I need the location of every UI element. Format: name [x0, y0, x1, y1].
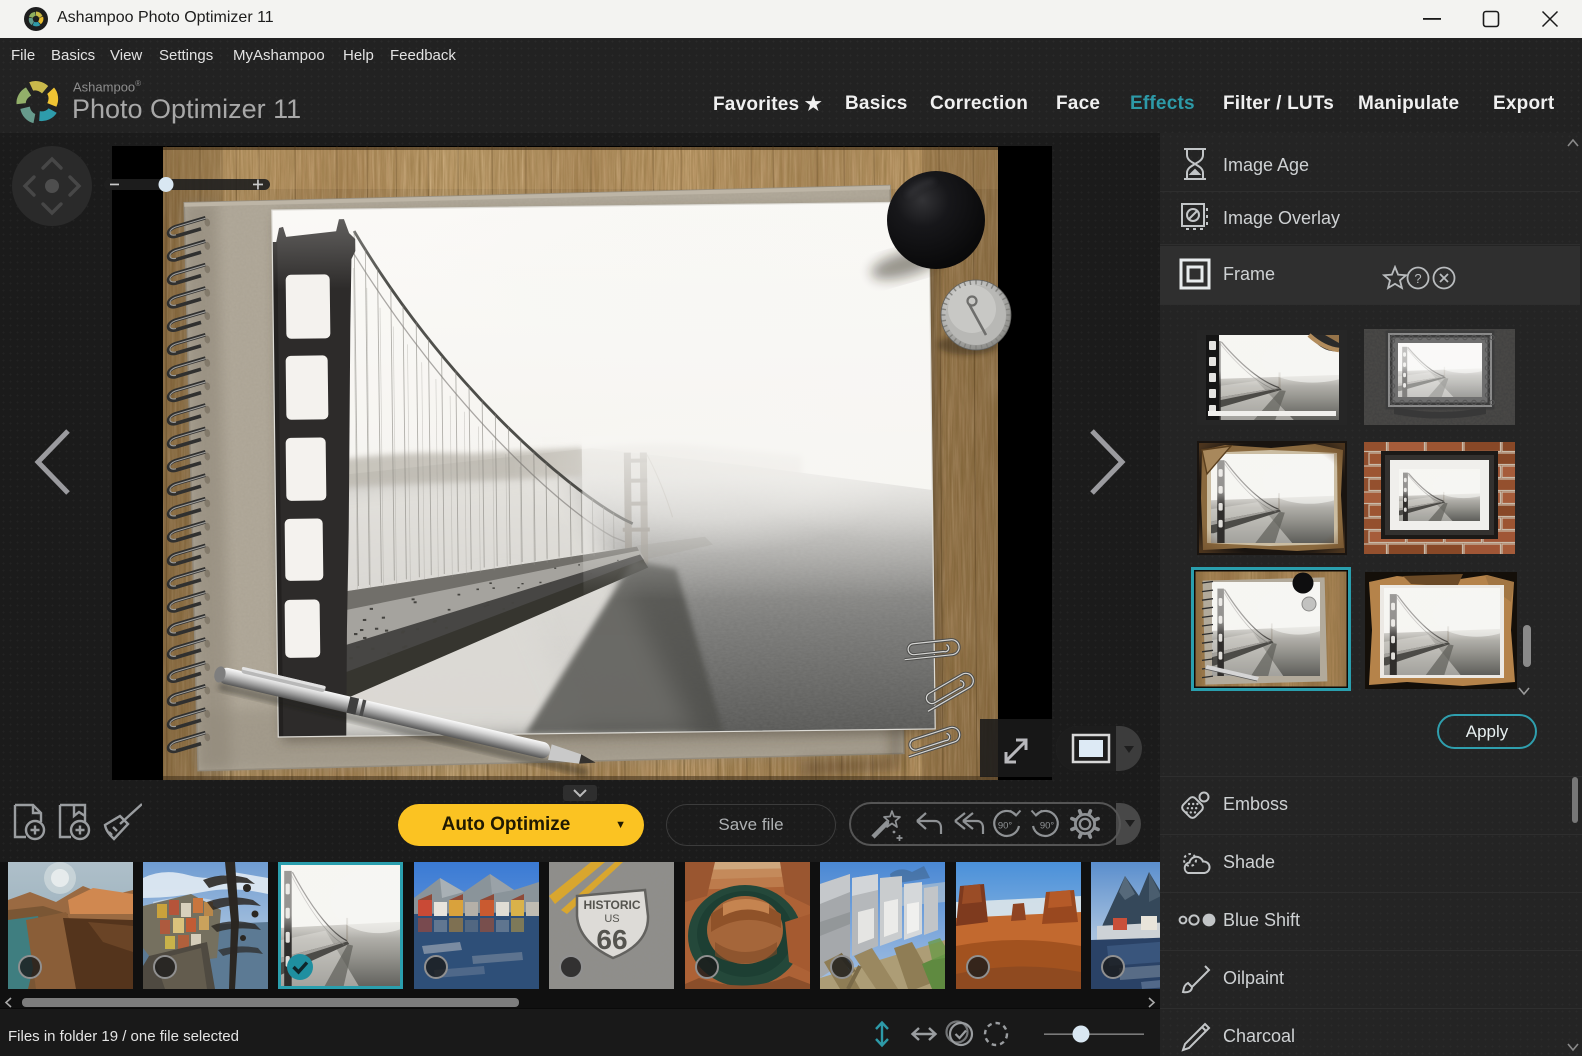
svg-text:90°: 90°: [1040, 821, 1055, 832]
svg-text:66: 66: [596, 924, 627, 955]
svg-text:?: ?: [1414, 271, 1421, 286]
svg-text:90°: 90°: [998, 821, 1013, 832]
svg-text:HISTORIC: HISTORIC: [583, 898, 640, 912]
